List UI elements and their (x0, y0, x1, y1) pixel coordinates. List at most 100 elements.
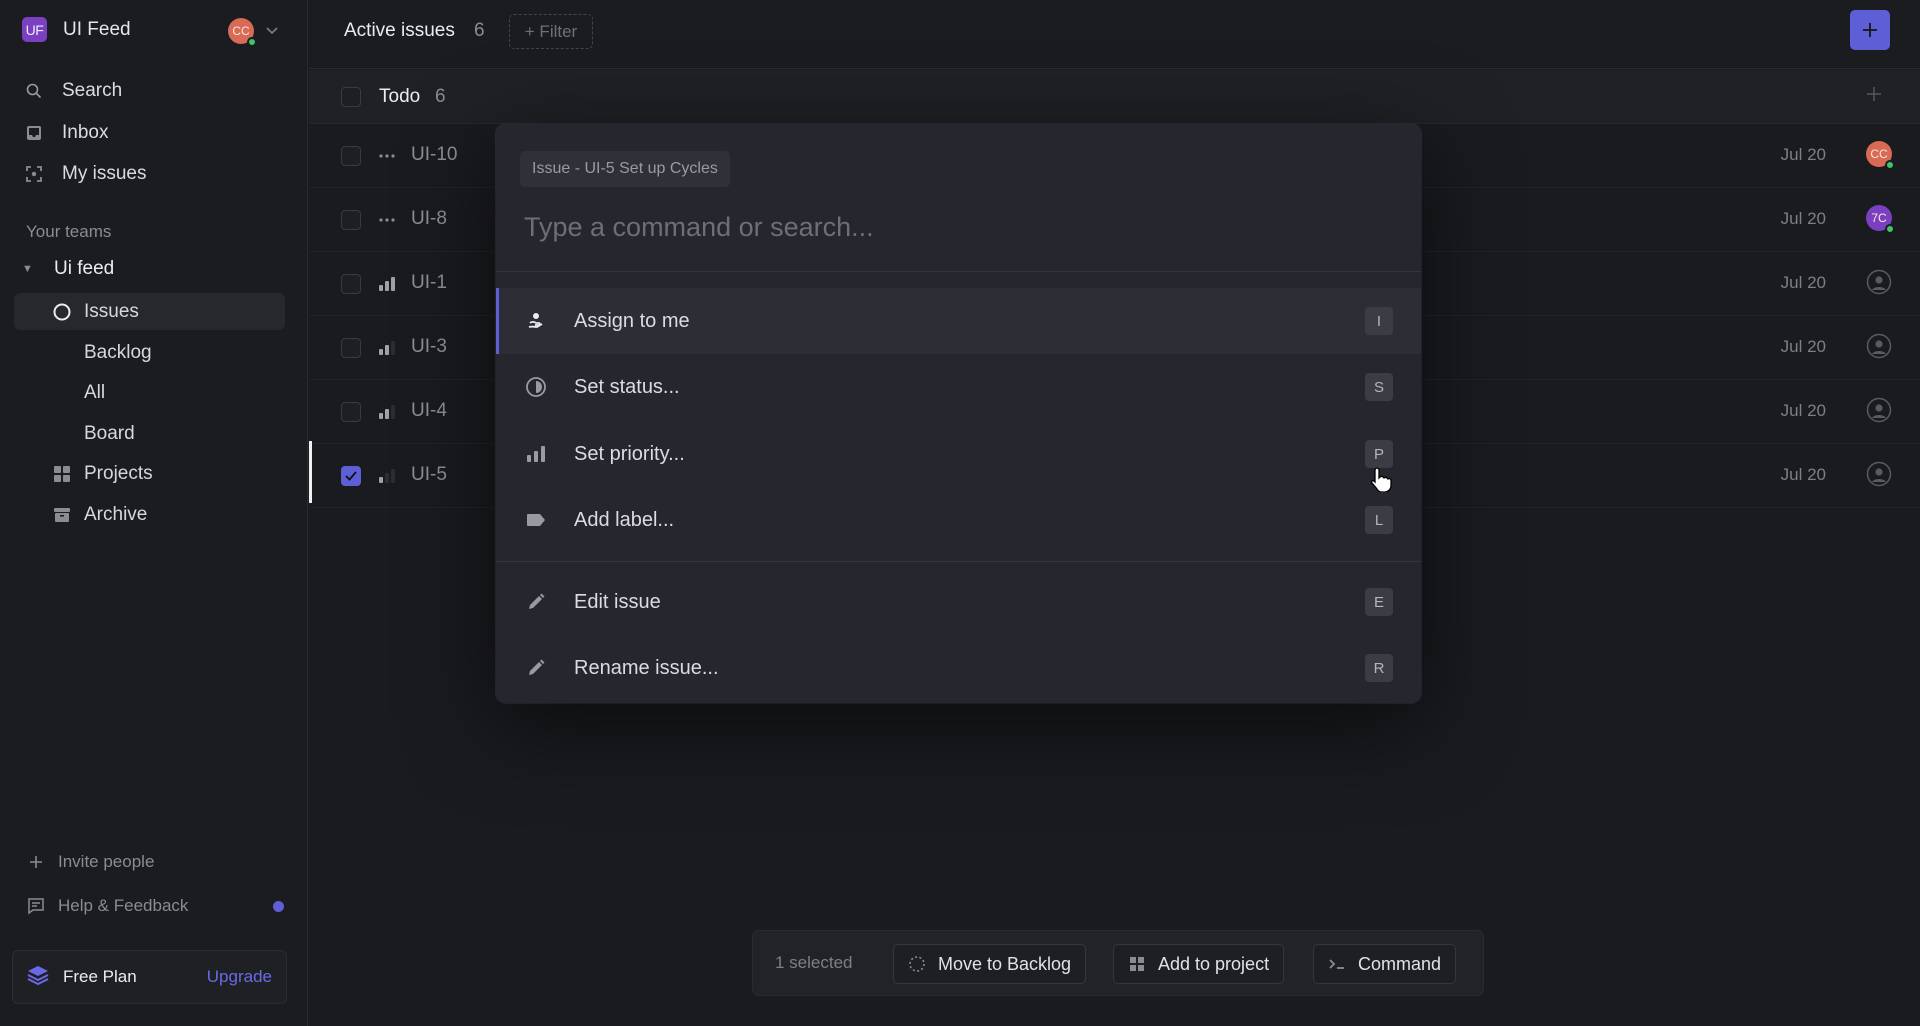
assignee[interactable]: CC (1866, 141, 1895, 170)
add-issue-icon[interactable] (1864, 84, 1884, 104)
divider (496, 271, 1421, 272)
assignee[interactable] (1866, 397, 1894, 425)
shortcut-key: E (1365, 588, 1393, 616)
command-button[interactable]: Command (1313, 944, 1457, 984)
pencil-icon (524, 656, 548, 680)
assign-icon (524, 309, 548, 333)
context-chip: Issue - UI-5 Set up Cycles (520, 151, 730, 187)
priority-medium-icon[interactable] (377, 338, 397, 358)
command-label: Command (1358, 953, 1442, 974)
command-item-set-status[interactable]: Set status... S (496, 354, 1421, 420)
issue-checkbox[interactable] (341, 338, 361, 358)
command-item-label: Assign to me (574, 309, 690, 332)
hand-cursor-icon (1370, 467, 1392, 492)
issue-checkbox[interactable] (341, 210, 361, 230)
issue-id: UI-3 (411, 336, 447, 357)
assignee[interactable] (1866, 333, 1894, 361)
selected-row-indicator (309, 441, 312, 503)
sidebar-item-board[interactable]: Board (14, 415, 285, 452)
priority-low-icon[interactable] (377, 466, 397, 486)
sidebar-item-backlog-label: Backlog (84, 341, 152, 363)
user-avatar-initials: CC (232, 24, 250, 38)
issue-checkbox[interactable] (341, 274, 361, 294)
your-teams-label: Your teams (26, 222, 112, 241)
priority-none-icon[interactable] (377, 210, 397, 230)
main-header: Active issues 6 + Filter (309, 0, 1920, 69)
team-ui-feed[interactable]: ▼ Ui feed (22, 258, 114, 280)
add-to-project-button[interactable]: Add to project (1113, 944, 1285, 984)
plan-name: Free Plan (63, 967, 137, 986)
unassigned-icon[interactable] (1866, 397, 1892, 423)
command-item-label: Set priority... (574, 442, 685, 465)
assignee[interactable] (1866, 269, 1894, 297)
workspace-switcher[interactable]: UF UI Feed (22, 17, 131, 42)
issue-date: Jul 20 (1780, 337, 1826, 356)
nav-my-issues[interactable]: My issues (14, 156, 285, 192)
nav-my-issues-label: My issues (62, 163, 147, 184)
unassigned-icon[interactable] (1866, 461, 1892, 487)
add-to-project-label: Add to project (1158, 953, 1270, 974)
plan-box: Free Plan Upgrade (12, 950, 287, 1004)
online-indicator (247, 37, 257, 47)
shortcut-key: I (1365, 307, 1393, 335)
command-item-label: Set status... (574, 375, 680, 398)
nav-inbox[interactable]: Inbox (14, 115, 285, 151)
sidebar-item-backlog[interactable]: Backlog (14, 334, 285, 371)
issue-count: 6 (474, 20, 485, 41)
shortcut-key: R (1365, 654, 1393, 682)
sidebar-item-projects[interactable]: Projects (14, 455, 285, 492)
issue-date: Jul 20 (1780, 465, 1826, 484)
notification-dot (273, 901, 284, 912)
priority-none-icon[interactable] (377, 146, 397, 166)
shortcut-key: L (1365, 506, 1393, 534)
plus-icon (1863, 23, 1877, 37)
command-item-edit-issue[interactable]: Edit issue E (496, 569, 1421, 635)
unassigned-icon[interactable] (1866, 333, 1892, 359)
assignee-avatar[interactable]: 7C (1866, 205, 1895, 234)
sidebar-item-all[interactable]: All (14, 374, 285, 411)
priority-medium-icon[interactable] (377, 402, 397, 422)
command-item-add-label[interactable]: Add label... L (496, 487, 1421, 553)
sidebar-item-all-label: All (84, 381, 106, 403)
nav-search-label: Search (62, 80, 123, 101)
issue-id: UI-10 (411, 144, 458, 165)
nav-search[interactable]: Search (14, 73, 285, 109)
sidebar-item-issues[interactable]: Issues (14, 293, 285, 330)
assignee-initials: CC (1870, 147, 1888, 161)
filter-button[interactable]: + Filter (509, 14, 593, 49)
issue-id: UI-4 (411, 400, 447, 421)
search-icon (14, 82, 54, 100)
command-item-label: Edit issue (574, 590, 661, 613)
group-name: Todo (379, 86, 421, 107)
issue-checkbox[interactable] (341, 146, 361, 166)
command-item-label: Rename issue... (574, 656, 719, 679)
command-item-assign-to-me[interactable]: Assign to me I (496, 288, 1421, 354)
workspace-name: UI Feed (63, 18, 131, 40)
issue-checkbox[interactable] (341, 466, 361, 486)
invite-people-button[interactable]: Invite people (26, 852, 154, 872)
priority-high-icon[interactable] (377, 274, 397, 294)
assignee[interactable] (1866, 461, 1894, 489)
bulk-action-bar: 1 selected Move to Backlog Add to projec… (752, 930, 1484, 996)
status-icon (524, 375, 548, 399)
command-item-set-priority[interactable]: Set priority... P (496, 421, 1421, 487)
upgrade-link[interactable]: Upgrade (207, 967, 272, 987)
help-feedback-button[interactable]: Help & Feedback (26, 896, 188, 916)
issue-date: Jul 20 (1780, 401, 1826, 420)
user-avatar[interactable]: CC (228, 18, 257, 47)
sidebar-item-archive[interactable]: Archive (14, 496, 285, 533)
unassigned-icon[interactable] (1866, 269, 1892, 295)
move-to-backlog-button[interactable]: Move to Backlog (893, 944, 1087, 984)
command-search-input[interactable] (520, 202, 1380, 252)
help-feedback-label: Help & Feedback (58, 896, 189, 915)
issue-id: UI-5 (411, 464, 447, 485)
page-title: Active issues (344, 20, 455, 41)
command-item-rename-issue[interactable]: Rename issue... R (496, 635, 1421, 701)
assignee[interactable]: 7C (1866, 205, 1895, 234)
assignee-initials: 7C (1871, 211, 1887, 225)
chevron-down-icon[interactable] (264, 22, 280, 38)
assignee-avatar[interactable]: CC (1866, 141, 1895, 170)
new-issue-button[interactable] (1850, 10, 1890, 50)
group-select-checkbox[interactable] (341, 87, 361, 107)
issue-checkbox[interactable] (341, 402, 361, 422)
